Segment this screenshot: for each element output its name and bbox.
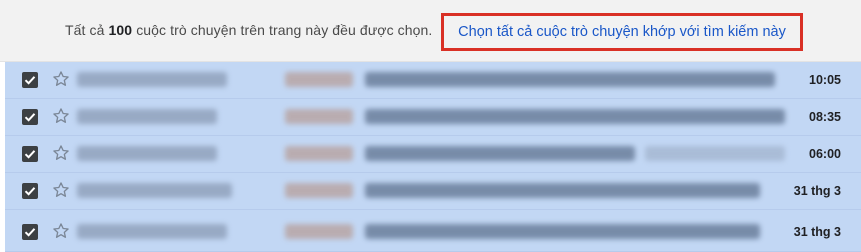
email-date: 31 thg 3 [793,225,841,239]
star-outline-icon[interactable] [51,143,71,163]
email-date: 10:05 [809,73,841,87]
selection-count: 100 [108,22,133,38]
sender-redacted [77,224,227,239]
snippet-redacted [645,146,785,161]
email-row[interactable]: 10:05 [5,62,861,99]
sender-redacted [77,109,217,124]
selection-prefix: Tất cả [65,22,105,38]
checkbox-checked-icon[interactable] [22,224,38,240]
selection-banner: Tất cả 100 cuộc trò chuyện trên trang nà… [0,0,861,62]
sender-redacted [77,183,232,198]
email-row[interactable]: 08:35 [5,99,861,136]
email-row[interactable]: 31 thg 3 [5,173,861,210]
label-redacted [285,72,353,87]
label-redacted [285,146,353,161]
subject-redacted [365,183,760,198]
subject-redacted [365,109,785,124]
select-all-matching-link[interactable]: Chọn tất cả cuộc trò chuyện khớp với tìm… [441,13,803,51]
email-list-page: Tất cả 100 cuộc trò chuyện trên trang nà… [0,0,861,252]
checkbox-checked-icon[interactable] [22,109,38,125]
email-date: 06:00 [809,147,841,161]
selection-message: Tất cả 100 cuộc trò chuyện trên trang nà… [65,22,432,38]
star-outline-icon[interactable] [51,69,71,89]
subject-redacted [365,72,775,87]
checkbox-checked-icon[interactable] [22,146,38,162]
subject-redacted [365,146,635,161]
checkbox-checked-icon[interactable] [22,183,38,199]
subject-redacted [365,224,760,239]
email-date: 31 thg 3 [793,184,841,198]
email-date: 08:35 [809,110,841,124]
email-row[interactable]: 31 thg 3 [5,210,861,252]
sender-redacted [77,72,227,87]
label-redacted [285,109,353,124]
checkbox-checked-icon[interactable] [22,72,38,88]
email-row[interactable]: 06:00 [5,136,861,173]
selection-suffix: cuộc trò chuyện trên trang này đều được … [136,22,433,38]
sender-redacted [77,146,217,161]
label-redacted [285,224,353,239]
star-outline-icon[interactable] [51,221,71,241]
star-outline-icon[interactable] [51,106,71,126]
label-redacted [285,183,353,198]
star-outline-icon[interactable] [51,180,71,200]
